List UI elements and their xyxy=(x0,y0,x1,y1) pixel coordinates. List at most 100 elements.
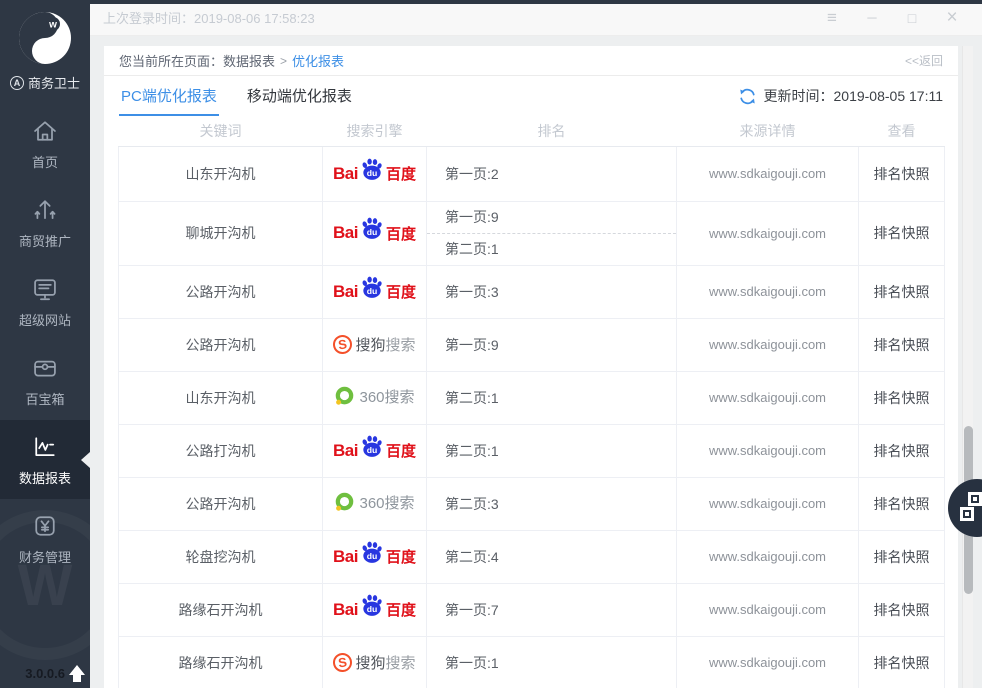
tabs-bar: PC端优化报表 移动端优化报表 更新时间：2019-08-05 17:11 xyxy=(104,76,958,116)
keyword-cell: 路缘石开沟机 xyxy=(119,583,323,636)
engine-cell: Baidu百度 xyxy=(323,201,427,265)
keyword-cell: 山东开沟机 xyxy=(119,371,323,424)
rank-snapshot-link[interactable]: 排名快照 xyxy=(874,225,930,241)
toolbox-icon xyxy=(30,354,60,382)
rank-cell: 第二页:1 xyxy=(427,424,677,477)
sidebar-item-toolbox[interactable]: 百宝箱 xyxy=(0,341,90,420)
sidebar-item-reports[interactable]: 数据报表 xyxy=(0,420,90,499)
source-cell: www.sdkaigouji.com xyxy=(677,201,859,265)
source-cell: www.sdkaigouji.com xyxy=(677,146,859,201)
view-cell: 排名快照 xyxy=(859,636,945,688)
sidebar-item-label: 商贸推广 xyxy=(19,231,71,250)
rank-cell: 第一页:2 xyxy=(427,146,677,201)
breadcrumb-section: 数据报表 xyxy=(223,51,275,70)
promotion-icon xyxy=(30,196,60,224)
rank-snapshot-link[interactable]: 排名快照 xyxy=(874,284,930,300)
engine-cell: Baidu百度 xyxy=(323,583,427,636)
sidebar-item-home[interactable]: 首页 xyxy=(0,104,90,183)
table-row: 公路开沟机360搜索第二页:3www.sdkaigouji.com排名快照 xyxy=(119,477,945,530)
rank-snapshot-link[interactable]: 排名快照 xyxy=(874,166,930,182)
svg-text:du: du xyxy=(367,550,378,560)
rank-snapshot-link[interactable]: 排名快照 xyxy=(874,602,930,618)
rank-snapshot-link[interactable]: 排名快照 xyxy=(874,337,930,353)
update-time-text: 更新时间：2019-08-05 17:11 xyxy=(764,86,944,106)
source-cell: www.sdkaigouji.com xyxy=(677,371,859,424)
baidu-logo-icon: Baidu百度 xyxy=(333,281,416,302)
so360-logo-icon: 360搜索 xyxy=(334,386,414,407)
sidebar-nav: 首页 商贸推广 超级网站 xyxy=(0,104,90,578)
brand: A 商务卫士 xyxy=(0,73,90,92)
svg-text:du: du xyxy=(367,603,378,613)
baidu-logo-icon: Baidu百度 xyxy=(333,223,416,244)
rank-value: 第一页:2 xyxy=(427,147,676,201)
baidu-logo-icon: Baidu百度 xyxy=(333,599,416,620)
rank-value: 第一页:1 xyxy=(427,637,676,688)
view-cell: 排名快照 xyxy=(859,583,945,636)
rank-snapshot-link[interactable]: 排名快照 xyxy=(874,549,930,565)
source-cell: www.sdkaigouji.com xyxy=(677,477,859,530)
column-header: 排名 xyxy=(427,116,677,146)
rank-cell: 第二页:1 xyxy=(427,371,677,424)
rank-value: 第二页:1 xyxy=(427,372,676,424)
rank-cell: 第一页:9第二页:1 xyxy=(427,201,677,265)
sidebar-item-promotion[interactable]: 商贸推广 xyxy=(0,183,90,262)
source-cell: www.sdkaigouji.com xyxy=(677,424,859,477)
source-cell: www.sdkaigouji.com xyxy=(677,583,859,636)
column-header: 查看 xyxy=(859,116,945,146)
source-cell: www.sdkaigouji.com xyxy=(677,265,859,318)
rank-cell: 第一页:1 xyxy=(427,636,677,688)
vertical-scrollbar-track[interactable] xyxy=(962,46,973,688)
baidu-logo-icon: Baidu百度 xyxy=(333,440,416,461)
maximize-icon[interactable]: □ xyxy=(892,10,932,26)
tab-pc-report[interactable]: PC端优化报表 xyxy=(119,76,219,116)
rank-cell: 第一页:7 xyxy=(427,583,677,636)
ranking-table: 关键词搜索引擎排名来源详情查看 山东开沟机Baidu百度第一页:2www.sdk… xyxy=(118,116,945,688)
rank-value: 第一页:9 xyxy=(427,319,676,371)
engine-cell: Baidu百度 xyxy=(323,265,427,318)
rank-cell: 第一页:3 xyxy=(427,265,677,318)
column-header: 关键词 xyxy=(119,116,323,146)
refresh-icon[interactable] xyxy=(738,87,757,106)
table-body: 山东开沟机Baidu百度第一页:2www.sdkaigouji.com排名快照聊… xyxy=(119,146,945,688)
back-link[interactable]: <<返回 xyxy=(905,52,943,69)
menu-icon[interactable]: ≡ xyxy=(812,8,852,28)
source-cell: www.sdkaigouji.com xyxy=(677,636,859,688)
tab-mobile-report[interactable]: 移动端优化报表 xyxy=(245,76,354,116)
sidebar: w A 商务卫士 首页 商贸推广 xyxy=(0,0,90,688)
table-row: 聊城开沟机Baidu百度第一页:9第二页:1www.sdkaigouji.com… xyxy=(119,201,945,265)
engine-cell: S搜狗搜索 xyxy=(323,636,427,688)
svg-text:du: du xyxy=(367,227,378,237)
window-top-border xyxy=(0,0,982,4)
rank-value: 第一页:7 xyxy=(427,584,676,636)
rank-snapshot-link[interactable]: 排名快照 xyxy=(874,655,930,671)
last-login-text: 上次登录时间：2019-08-06 17:58:23 xyxy=(103,8,315,27)
view-cell: 排名快照 xyxy=(859,201,945,265)
table-header-row: 关键词搜索引擎排名来源详情查看 xyxy=(119,116,945,146)
rank-snapshot-link[interactable]: 排名快照 xyxy=(874,390,930,406)
upgrade-arrow-icon[interactable] xyxy=(69,665,85,683)
active-item-notch xyxy=(81,452,90,468)
rank-value: 第二页:3 xyxy=(427,478,676,530)
rank-snapshot-link[interactable]: 排名快照 xyxy=(874,496,930,512)
svg-text:du: du xyxy=(367,167,378,177)
view-cell: 排名快照 xyxy=(859,530,945,583)
source-cell: www.sdkaigouji.com xyxy=(677,318,859,371)
view-cell: 排名快照 xyxy=(859,146,945,201)
engine-cell: Baidu百度 xyxy=(323,424,427,477)
rank-cell: 第二页:3 xyxy=(427,477,677,530)
table-row: 山东开沟机 360搜索第二页:1www.sdkaigouji.com 排名快照 xyxy=(119,371,945,424)
minimize-icon[interactable]: ─ xyxy=(852,10,892,25)
table-row: 公路打沟机Baidu百度第二页:1www.sdkaigouji.com排名快照 xyxy=(119,424,945,477)
close-icon[interactable]: × xyxy=(932,7,972,29)
sidebar-item-website[interactable]: 超级网站 xyxy=(0,262,90,341)
keyword-cell: 轮盘挖沟机 xyxy=(119,530,323,583)
breadcrumb: 您当前所在页面： 数据报表 > 优化报表 <<返回 xyxy=(104,46,958,76)
rank-value: 第二页:1 xyxy=(427,425,676,477)
svg-text:du: du xyxy=(367,444,378,454)
view-cell: 排名快照 xyxy=(859,265,945,318)
keyword-cell: 公路开沟机 xyxy=(119,265,323,318)
sidebar-item-label: 百宝箱 xyxy=(25,389,64,408)
rank-snapshot-link[interactable]: 排名快照 xyxy=(874,443,930,459)
engine-cell: 360搜索 xyxy=(323,371,427,424)
breadcrumb-separator: > xyxy=(280,54,287,68)
